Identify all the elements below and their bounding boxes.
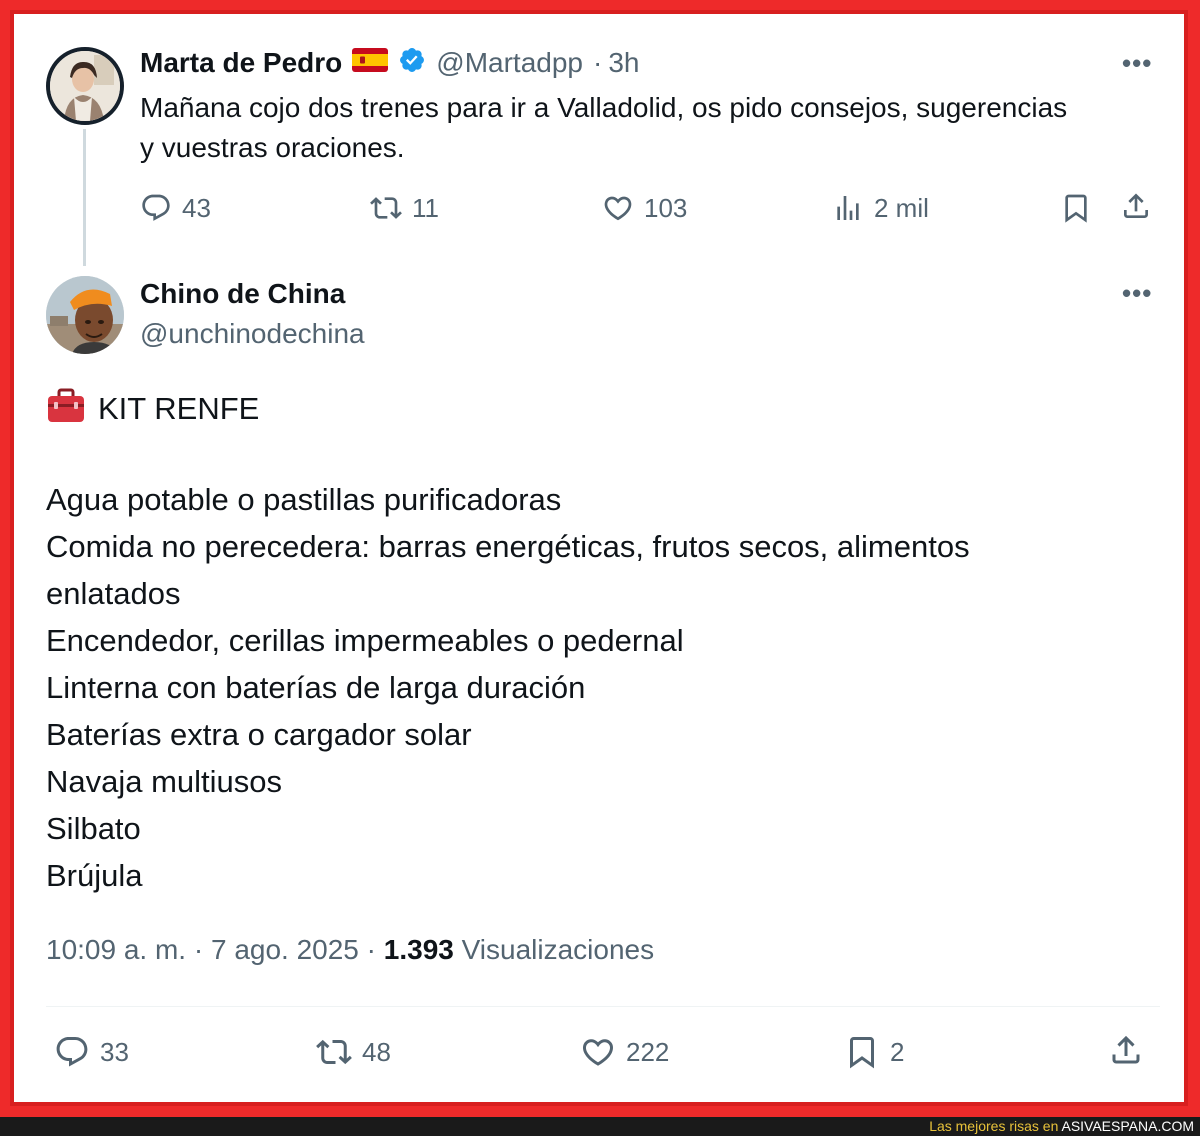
- list-item: Linterna con baterías de larga duración: [46, 670, 586, 705]
- footer-lead-text: Las mejores risas en: [929, 1118, 1062, 1134]
- views-icon: [837, 196, 859, 220]
- repost-count: 48: [362, 1036, 391, 1067]
- bookmark-button[interactable]: [1060, 192, 1092, 229]
- avatar-chino-image: [46, 276, 124, 354]
- divider: [46, 1006, 1160, 1007]
- like-button[interactable]: 103: [602, 192, 687, 224]
- reply-count: 43: [182, 192, 211, 223]
- repost-icon: [316, 1039, 352, 1065]
- tweet1-text-line2: y vuestras oraciones.: [140, 132, 405, 163]
- tweet-meta: 10:09 a. m. · 7 ago. 2025 · 1.393 Visual…: [46, 934, 654, 966]
- author-handle[interactable]: @unchinodechina: [140, 318, 365, 350]
- reply-icon: [56, 1037, 88, 1067]
- list-item: Baterías extra o cargador solar: [46, 717, 472, 752]
- author-name[interactable]: Marta de Pedro: [140, 47, 342, 79]
- tweet-time[interactable]: 3h: [608, 47, 639, 79]
- author-handle[interactable]: @Martadpp: [436, 47, 583, 79]
- thread-connector-line: [83, 129, 86, 266]
- tweet1-text: Mañana cojo dos trenes para ir a Vallado…: [140, 88, 1170, 168]
- like-icon: [604, 196, 632, 221]
- tweet1-text-line1: Mañana cojo dos trenes para ir a Vallado…: [140, 92, 1068, 123]
- bookmark-count: 2: [890, 1036, 905, 1067]
- like-icon: [582, 1039, 614, 1066]
- more-options-button[interactable]: •••: [1122, 278, 1152, 309]
- reply-button[interactable]: 33: [54, 1034, 129, 1070]
- share-icon: [1124, 193, 1148, 218]
- repost-button[interactable]: 48: [316, 1034, 391, 1070]
- list-item: Encendedor, cerillas impermeables o pede…: [46, 623, 684, 658]
- like-count: 222: [626, 1036, 670, 1067]
- author-name[interactable]: Chino de China: [140, 278, 345, 310]
- separator-dot: ·: [593, 46, 603, 78]
- repost-button[interactable]: 11: [370, 192, 439, 224]
- tweet-timestamp[interactable]: 10:09 a. m. · 7 ago. 2025 ·: [46, 934, 384, 965]
- repost-count: 11: [412, 192, 439, 223]
- views-total: 1.393: [383, 934, 454, 965]
- views-count: 2 mil: [874, 192, 929, 223]
- avatar-chino[interactable]: [46, 276, 124, 354]
- avatar-marta[interactable]: [46, 47, 124, 125]
- list-item: Brújula: [46, 858, 143, 893]
- toolbox-icon: [46, 386, 86, 431]
- kit-title: KIT RENFE: [98, 390, 260, 426]
- flag-spain-icon: [352, 48, 389, 77]
- list-item: Navaja multiusos: [46, 764, 283, 799]
- list-item: Comida no perecedera: barras energéticas…: [46, 529, 970, 564]
- watermark-footer: Las mejores risas en ASIVAESPANA.COM: [0, 1117, 1200, 1136]
- views-label: Visualizaciones: [453, 934, 655, 965]
- like-button[interactable]: 222: [580, 1034, 669, 1070]
- screenshot-frame: Marta de Pedro @Martadpp · 3h ••• Mañana…: [10, 10, 1188, 1106]
- bookmark-icon: [850, 1037, 874, 1069]
- list-item: Agua potable o pastillas purificadoras: [46, 482, 562, 517]
- reply-icon: [142, 194, 170, 221]
- share-icon: [1112, 1035, 1140, 1064]
- share-button[interactable]: [1108, 1032, 1144, 1073]
- list-item: enlatados: [46, 576, 181, 611]
- repost-icon: [370, 197, 402, 219]
- share-button[interactable]: [1120, 190, 1152, 227]
- views-button[interactable]: 2 mil: [832, 192, 929, 224]
- reply-count: 33: [100, 1036, 129, 1067]
- avatar-marta-image: [50, 51, 120, 121]
- tweet1-header: Marta de Pedro @Martadpp · 3h: [140, 46, 639, 79]
- footer-site-link[interactable]: ASIVAESPANA.COM: [1061, 1118, 1194, 1134]
- more-options-button[interactable]: •••: [1122, 48, 1152, 79]
- list-item: Silbato: [46, 811, 141, 846]
- kit-items-list: Agua potable o pastillas purificadoras C…: [46, 476, 970, 899]
- reply-button[interactable]: 43: [140, 192, 211, 224]
- bookmark-icon: [1065, 194, 1087, 223]
- bookmark-button[interactable]: 2: [844, 1034, 904, 1070]
- kit-title-row: KIT RENFE: [46, 386, 259, 431]
- like-count: 103: [644, 192, 688, 223]
- verified-badge-icon: [398, 46, 426, 79]
